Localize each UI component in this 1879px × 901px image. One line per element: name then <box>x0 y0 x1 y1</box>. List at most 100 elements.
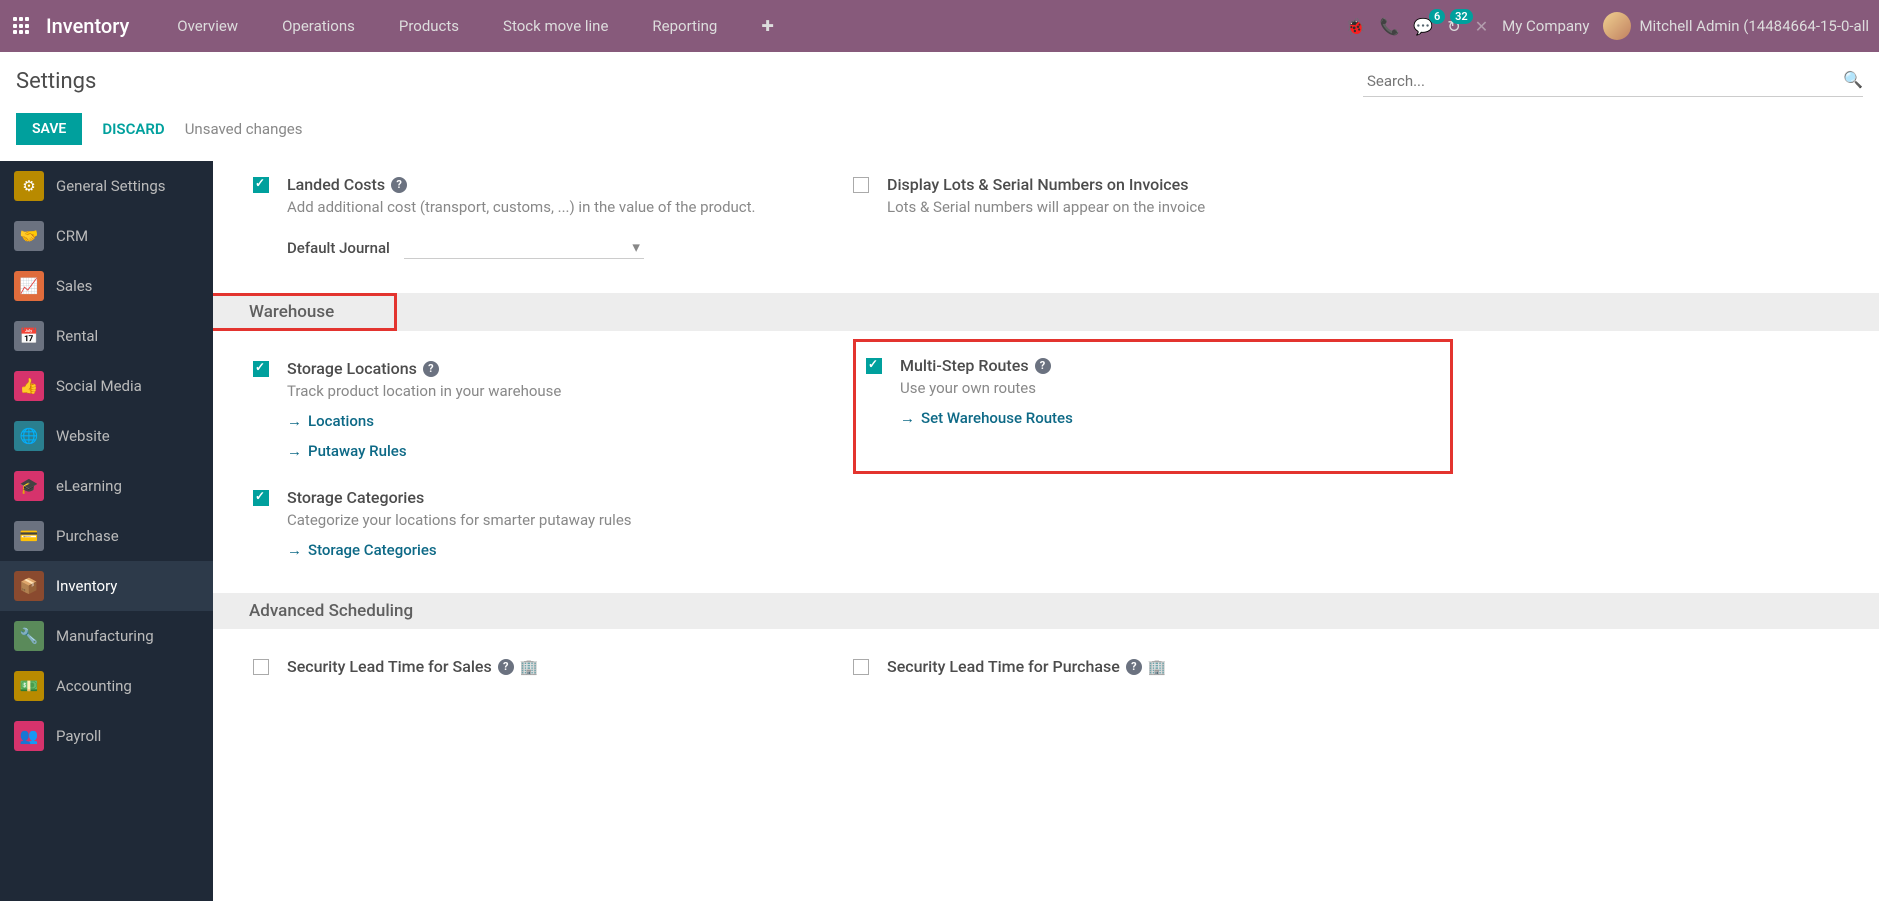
section-warehouse-label: Warehouse <box>213 293 397 331</box>
bug-icon[interactable]: 🐞 <box>1346 17 1366 36</box>
multistep-checkbox[interactable] <box>866 358 882 374</box>
sidebar-icon: 💳 <box>14 521 44 551</box>
nav-add[interactable]: ✚ <box>743 9 792 43</box>
activities-badge: 32 <box>1450 9 1473 24</box>
nav-menu: Overview Operations Products Stock move … <box>159 9 792 43</box>
putaway-rules-link[interactable]: →Putaway Rules <box>287 442 561 460</box>
top-navbar: Inventory Overview Operations Products S… <box>0 0 1879 52</box>
lead-time-sales-checkbox[interactable] <box>253 659 269 675</box>
landed-costs-desc: Add additional cost (transport, customs,… <box>287 198 853 216</box>
user-menu[interactable]: Mitchell Admin (14484664-15-0-all <box>1603 12 1869 40</box>
lead-time-purchase-checkbox[interactable] <box>853 659 869 675</box>
section-scheduling: Advanced Scheduling <box>213 593 1879 629</box>
help-icon[interactable]: ? <box>498 659 514 675</box>
arrow-icon: → <box>287 412 302 430</box>
default-journal-label: Default Journal <box>287 239 390 257</box>
nav-overview[interactable]: Overview <box>159 9 256 43</box>
avatar <box>1603 12 1631 40</box>
set-routes-link[interactable]: →Set Warehouse Routes <box>900 409 1073 427</box>
sidebar-item-social-media[interactable]: 👍 Social Media <box>0 361 213 411</box>
nav-operations[interactable]: Operations <box>264 9 373 43</box>
lead-time-purchase-title: Security Lead Time for Purchase <box>887 657 1120 676</box>
help-icon[interactable]: ? <box>423 361 439 377</box>
sidebar-icon: 👍 <box>14 371 44 401</box>
sidebar-item-general-settings[interactable]: ⚙General Settings <box>0 161 213 211</box>
help-icon[interactable]: ? <box>391 177 407 193</box>
sidebar-label: Purchase <box>56 527 119 545</box>
company-name[interactable]: My Company <box>1502 17 1589 35</box>
sidebar-label: Accounting <box>56 677 132 695</box>
serials-invoice-checkbox[interactable] <box>853 177 869 193</box>
sidebar-label: Payroll <box>56 727 101 745</box>
sidebar-label: Rental <box>56 327 98 345</box>
doc-icon[interactable]: 🏢 <box>1148 658 1167 676</box>
lead-time-sales-title: Security Lead Time for Sales <box>287 657 492 676</box>
sidebar-item-sales[interactable]: 📈 Sales <box>0 261 213 311</box>
nav-products[interactable]: Products <box>381 9 477 43</box>
nav-stockmove[interactable]: Stock move line <box>485 9 626 43</box>
discard-button[interactable]: DISCARD <box>102 120 164 138</box>
doc-icon[interactable]: 🏢 <box>520 658 539 676</box>
arrow-icon: → <box>287 541 302 559</box>
sidebar-item-elearning[interactable]: 🎓 eLearning <box>0 461 213 511</box>
storage-categories-checkbox[interactable] <box>253 490 269 506</box>
nav-reporting[interactable]: Reporting <box>634 9 735 43</box>
sidebar-label: Manufacturing <box>56 627 154 645</box>
multistep-highlight: Multi-Step Routes? Use your own routes →… <box>853 339 1453 474</box>
messages-badge: 6 <box>1429 9 1445 24</box>
sidebar-item-inventory[interactable]: 📦Inventory <box>0 561 213 611</box>
storage-categories-desc: Categorize your locations for smarter pu… <box>287 511 632 529</box>
sidebar-item-manufacturing[interactable]: 🔧 Manufacturing <box>0 611 213 661</box>
multistep-desc: Use your own routes <box>900 379 1073 397</box>
storage-categories-title: Storage Categories <box>287 488 632 507</box>
sidebar-label: Social Media <box>56 377 142 395</box>
sidebar-icon: 👥 <box>14 721 44 751</box>
arrow-icon: → <box>900 409 915 427</box>
sidebar-icon: 🎓 <box>14 471 44 501</box>
save-button[interactable]: SAVE <box>16 113 82 145</box>
sidebar-item-crm[interactable]: 🤝CRM <box>0 211 213 261</box>
sidebar-icon: 📅 <box>14 321 44 351</box>
help-icon[interactable]: ? <box>1126 659 1142 675</box>
locations-link[interactable]: →Locations <box>287 412 561 430</box>
user-label: Mitchell Admin (14484664-15-0-all <box>1639 17 1869 35</box>
sidebar-item-payroll[interactable]: 👥 Payroll <box>0 711 213 761</box>
activities-icon[interactable]: ↻32 <box>1447 17 1460 36</box>
unsaved-status: Unsaved changes <box>185 120 303 138</box>
tools-icon[interactable]: ✕ <box>1475 17 1488 36</box>
sidebar-icon: 🤝 <box>14 221 44 251</box>
sidebar-label: Website <box>56 427 110 445</box>
search-input[interactable] <box>1363 66 1863 97</box>
subheader: Settings 🔍 <box>0 52 1879 103</box>
landed-costs-checkbox[interactable] <box>253 177 269 193</box>
storage-categories-link[interactable]: →Storage Categories <box>287 541 632 559</box>
apps-icon[interactable] <box>10 14 34 38</box>
sidebar-item-website[interactable]: 🌐 Website <box>0 411 213 461</box>
section-warehouse: Warehouse <box>213 293 1879 331</box>
sidebar-icon: ⚙ <box>14 171 44 201</box>
sidebar-icon: 📈 <box>14 271 44 301</box>
storage-locations-checkbox[interactable] <box>253 361 269 377</box>
landed-costs-title: Landed Costs <box>287 175 385 194</box>
help-icon[interactable]: ? <box>1035 358 1051 374</box>
storage-locations-desc: Track product location in your warehouse <box>287 382 561 400</box>
sidebar-item-accounting[interactable]: 💵Accounting <box>0 661 213 711</box>
page-title: Settings <box>16 69 96 94</box>
sidebar-icon: 🌐 <box>14 421 44 451</box>
phone-icon[interactable]: 📞 <box>1379 17 1399 36</box>
storage-locations-title: Storage Locations <box>287 359 417 378</box>
sidebar-label: Sales <box>56 277 92 295</box>
sidebar-icon: 🔧 <box>14 621 44 651</box>
sidebar-label: eLearning <box>56 477 122 495</box>
sidebar-item-purchase[interactable]: 💳 Purchase <box>0 511 213 561</box>
arrow-icon: → <box>287 442 302 460</box>
serials-invoice-title: Display Lots & Serial Numbers on Invoice… <box>887 175 1205 194</box>
settings-sidebar: ⚙General Settings🤝CRM 📈 Sales 📅 Rental 👍 Socia… <box>0 161 213 901</box>
messages-icon[interactable]: 💬6 <box>1413 17 1433 36</box>
app-brand[interactable]: Inventory <box>46 14 129 38</box>
multistep-title: Multi-Step Routes <box>900 356 1029 375</box>
sidebar-item-rental[interactable]: 📅 Rental <box>0 311 213 361</box>
sidebar-label: Inventory <box>56 577 117 595</box>
search-icon[interactable]: 🔍 <box>1843 70 1863 89</box>
default-journal-select[interactable] <box>404 236 644 259</box>
